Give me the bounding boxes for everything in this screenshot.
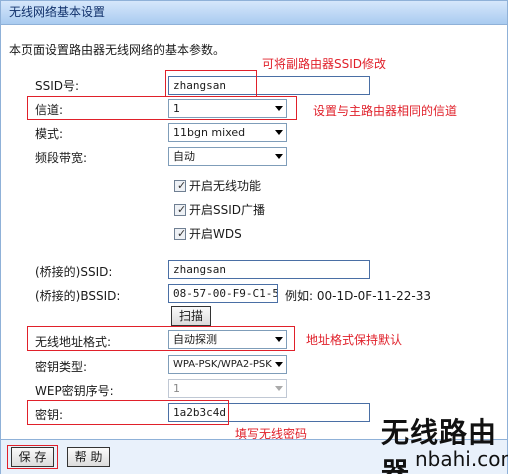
checkbox-label: 开启WDS bbox=[189, 227, 242, 241]
bandwidth-value: 自动 bbox=[173, 150, 195, 163]
chevron-down-icon bbox=[275, 386, 283, 391]
chevron-down-icon bbox=[275, 130, 283, 135]
bridge-ssid-label: (桥接的)SSID: bbox=[35, 265, 113, 279]
panel-title: 无线网络基本设置 bbox=[1, 1, 507, 25]
save-button[interactable]: 保 存 bbox=[11, 447, 54, 467]
page-description: 本页面设置路由器无线网络的基本参数。 bbox=[9, 43, 226, 57]
key-type-select[interactable]: WPA-PSK/WPA2-PSK bbox=[168, 355, 287, 374]
channel-annotation: 设置与主路由器相同的信道 bbox=[313, 104, 458, 118]
help-button[interactable]: 帮 助 bbox=[67, 447, 110, 467]
bridge-bssid-input[interactable]: 08-57-00-F9-C1-5C bbox=[168, 284, 278, 303]
mode-label: 模式: bbox=[35, 127, 64, 141]
ssid-annotation: 可将副路由器SSID修改 bbox=[262, 57, 387, 71]
checkbox-wireless[interactable]: ✓ 开启无线功能 bbox=[174, 177, 261, 194]
checkbox-box[interactable]: ✓ bbox=[174, 204, 186, 216]
checkbox-ssid-broadcast[interactable]: ✓ 开启SSID广播 bbox=[174, 201, 265, 218]
wep-index-select: 1 bbox=[168, 379, 287, 398]
key-highlight-box bbox=[27, 400, 229, 425]
bridge-bssid-label: (桥接的)BSSID: bbox=[35, 289, 121, 303]
mode-select[interactable]: 11bgn mixed bbox=[168, 123, 287, 142]
checkbox-box[interactable]: ✓ bbox=[174, 180, 186, 192]
key-type-value: WPA-PSK/WPA2-PSK bbox=[173, 359, 272, 370]
checkbox-box[interactable]: ✓ bbox=[174, 228, 186, 240]
scan-button[interactable]: 扫描 bbox=[171, 306, 211, 326]
checkbox-label: 开启无线功能 bbox=[189, 179, 262, 193]
checkmark-icon: ✓ bbox=[177, 179, 187, 192]
mode-value: 11bgn mixed bbox=[173, 126, 246, 139]
chevron-down-icon bbox=[275, 362, 283, 367]
bandwidth-select[interactable]: 自动 bbox=[168, 147, 287, 166]
checkbox-label: 开启SSID广播 bbox=[189, 203, 266, 217]
bssid-example: 例如: 00-1D-0F-11-22-33 bbox=[285, 289, 431, 303]
wep-index-label: WEP密钥序号: bbox=[35, 384, 114, 398]
ssid-label: SSID号: bbox=[35, 79, 80, 93]
settings-panel: 无线网络基本设置 本页面设置路由器无线网络的基本参数。 SSID号: zhang… bbox=[0, 0, 508, 474]
key-type-label: 密钥类型: bbox=[35, 360, 88, 374]
channel-highlight-box bbox=[27, 96, 297, 120]
checkbox-wds[interactable]: ✓ 开启WDS bbox=[174, 225, 242, 242]
checkmark-icon: ✓ bbox=[177, 203, 187, 216]
ssid-highlight-box bbox=[165, 70, 257, 97]
watermark-url: nbahi.com bbox=[415, 447, 508, 471]
wep-index-value: 1 bbox=[173, 382, 180, 395]
addr-format-highlight-box bbox=[27, 326, 295, 351]
chevron-down-icon bbox=[275, 154, 283, 159]
bridge-ssid-input[interactable]: zhangsan bbox=[168, 260, 370, 279]
checkmark-icon: ✓ bbox=[177, 227, 187, 240]
addr-format-annotation: 地址格式保持默认 bbox=[306, 333, 403, 347]
bandwidth-label: 频段带宽: bbox=[35, 151, 88, 165]
